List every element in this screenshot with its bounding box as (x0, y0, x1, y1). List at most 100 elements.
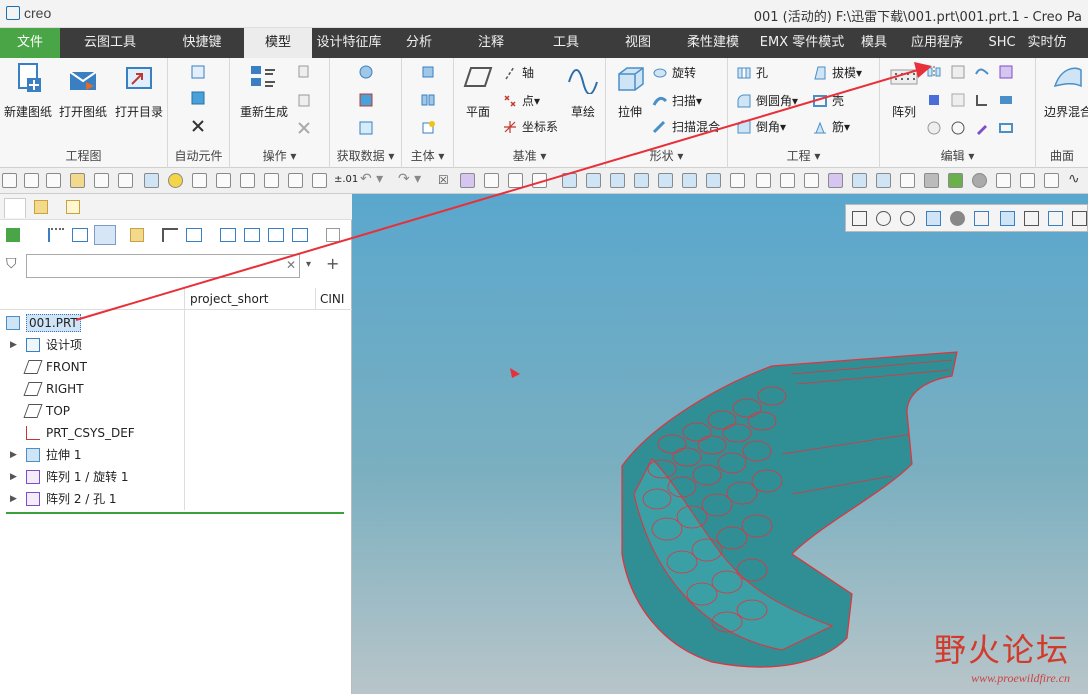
toolbar-icon-2[interactable] (24, 173, 39, 188)
show-icon[interactable] (72, 228, 88, 242)
user-defined-feature-icon[interactable] (358, 64, 374, 80)
chevron-down-icon[interactable]: ▾ (306, 259, 311, 270)
chamfer-button[interactable]: 倒角 ▾ (736, 118, 786, 135)
hole-button[interactable]: 孔 (736, 64, 768, 81)
insert-here-marker[interactable] (6, 512, 344, 514)
toolbar-icon-34[interactable] (828, 173, 843, 188)
toolbar-icon-19[interactable] (460, 173, 475, 188)
toolbar-icon-12[interactable] (264, 173, 279, 188)
toolbar-icon-11[interactable] (240, 173, 255, 188)
toolbar-icon-33[interactable] (804, 173, 819, 188)
new-file-icon[interactable] (46, 173, 61, 188)
tab-tools[interactable]: 工具 (530, 28, 602, 58)
intersect-icon[interactable] (926, 92, 942, 108)
point-button[interactable]: 点 ▾ (502, 92, 540, 109)
favorites-tab-icon[interactable] (66, 200, 80, 214)
auto-component-icon-2[interactable] (190, 90, 206, 106)
toolbar-icon-37[interactable] (900, 173, 915, 188)
coordinate-system-button[interactable]: 坐标系 (502, 118, 558, 135)
axis-button[interactable]: 轴 (502, 64, 534, 81)
tree-node-right[interactable]: RIGHT (23, 378, 84, 400)
redo-icon[interactable]: ↷ ▾ (398, 171, 421, 187)
expand-tree-icon[interactable] (292, 228, 308, 242)
expand-arrow-icon[interactable]: ▶ (10, 466, 20, 488)
shell-button[interactable]: 壳 (812, 92, 844, 109)
toolbar-icon-20[interactable] (484, 173, 499, 188)
swept-blend-button[interactable]: 扫描混合 (652, 118, 720, 135)
tree-filter-icon[interactable] (48, 228, 64, 242)
folder-browser-tab-icon[interactable] (34, 200, 48, 214)
sweep-button[interactable]: 扫描 ▾ (652, 92, 702, 109)
toolbar-icon-42[interactable] (1020, 173, 1035, 188)
tab-view[interactable]: 视图 (602, 28, 674, 58)
add-icon[interactable]: + (326, 254, 339, 273)
toolbar-icon-29[interactable] (706, 173, 721, 188)
tab-flexible-modeling[interactable]: 柔性建模 (674, 28, 752, 58)
extend-icon[interactable] (950, 64, 966, 80)
mirror-icon[interactable] (926, 64, 942, 80)
open-directory-button[interactable]: 打开目录 (112, 62, 166, 120)
toolbar-icon-36[interactable] (876, 173, 891, 188)
solidify-icon[interactable] (926, 120, 942, 136)
revolve-button[interactable]: 旋转 (652, 64, 696, 81)
toolbar-icon-23[interactable] (562, 173, 577, 188)
model-tree-tab-icon[interactable] (4, 198, 26, 218)
tree-node-front[interactable]: FRONT (23, 356, 87, 378)
tab-mold[interactable]: 模具 (852, 28, 896, 58)
tab-applications[interactable]: 应用程序 (896, 28, 978, 58)
body-icon[interactable] (420, 64, 436, 80)
close-window-icon[interactable]: ☒ (438, 173, 449, 187)
tree-node-top[interactable]: TOP (23, 400, 70, 422)
toolbar-icon-41[interactable] (996, 173, 1011, 188)
toolbar-icon-13[interactable] (288, 173, 303, 188)
new-body-icon[interactable] (420, 120, 436, 136)
open-folder-icon[interactable] (70, 173, 85, 188)
tab-shc[interactable]: SHC (978, 28, 1026, 58)
tab-analysis[interactable]: 分析 (386, 28, 452, 58)
column-icon[interactable] (186, 228, 202, 242)
tree-list-icon[interactable] (220, 228, 236, 242)
tab-realtime-sim[interactable]: 实时仿 (1026, 28, 1068, 58)
thicken-icon[interactable] (998, 92, 1014, 108)
tree-node-csys[interactable]: PRT_CSYS_DEF (26, 422, 135, 444)
open-drawing-button[interactable]: 打开图纸 (57, 62, 109, 120)
pattern-button[interactable]: 阵列 (884, 62, 924, 120)
tab-model[interactable]: 模型 (244, 28, 312, 58)
toolbar-icon-39[interactable] (948, 173, 963, 188)
toolbar-icon-22[interactable] (532, 173, 547, 188)
toolbar-icon-43[interactable] (1044, 173, 1059, 188)
toolbar-icon-5[interactable] (94, 173, 109, 188)
draft-button[interactable]: 拔模 ▾ (812, 64, 862, 81)
toolbar-icon-21[interactable] (508, 173, 523, 188)
tree-search-input[interactable] (26, 254, 300, 278)
tab-design-feature-library[interactable]: 设计特征库 (312, 28, 386, 58)
toolbar-icon-9[interactable] (192, 173, 207, 188)
new-drawing-button[interactable]: 新建图纸 (2, 62, 54, 120)
toolbar-icon-24[interactable] (586, 173, 601, 188)
smiley-icon[interactable] (168, 173, 183, 188)
regenerate-button[interactable]: 重新生成 (234, 62, 294, 120)
plane-button[interactable]: 平面 (460, 62, 496, 120)
project-icon[interactable] (974, 64, 990, 80)
toolbar-icon-38[interactable] (924, 173, 939, 188)
extrude-button[interactable]: 拉伸 (610, 62, 650, 120)
boundary-blend-button[interactable]: 边界混合 (1042, 62, 1088, 120)
layer-tree-icon[interactable] (94, 225, 116, 245)
settings-icon[interactable] (6, 228, 20, 242)
merge-icon[interactable] (358, 120, 374, 136)
toolbar-icon-31[interactable] (756, 173, 771, 188)
delete-icon[interactable] (296, 120, 312, 136)
sketch-button[interactable]: 草绘 (564, 62, 602, 120)
copy-icon[interactable] (296, 64, 312, 80)
tab-annotate[interactable]: 注释 (452, 28, 530, 58)
column-cini[interactable]: CINI (320, 292, 344, 306)
tree-node-design-items[interactable]: ▶ 设计项 (10, 334, 82, 356)
bookmark-icon[interactable] (130, 228, 144, 242)
tree-node-pattern-1[interactable]: ▶ 阵列 1 / 旋转 1 (10, 466, 129, 488)
tree-node-pattern-2[interactable]: ▶ 阵列 2 / 孔 1 (10, 488, 117, 510)
offset-icon[interactable] (998, 64, 1014, 80)
filter-icon[interactable]: ⛉ (6, 256, 17, 272)
curve-icon[interactable]: ∿ (1068, 171, 1080, 187)
hierarchy-icon[interactable] (268, 228, 284, 242)
toolbar-icon-30[interactable] (730, 173, 745, 188)
